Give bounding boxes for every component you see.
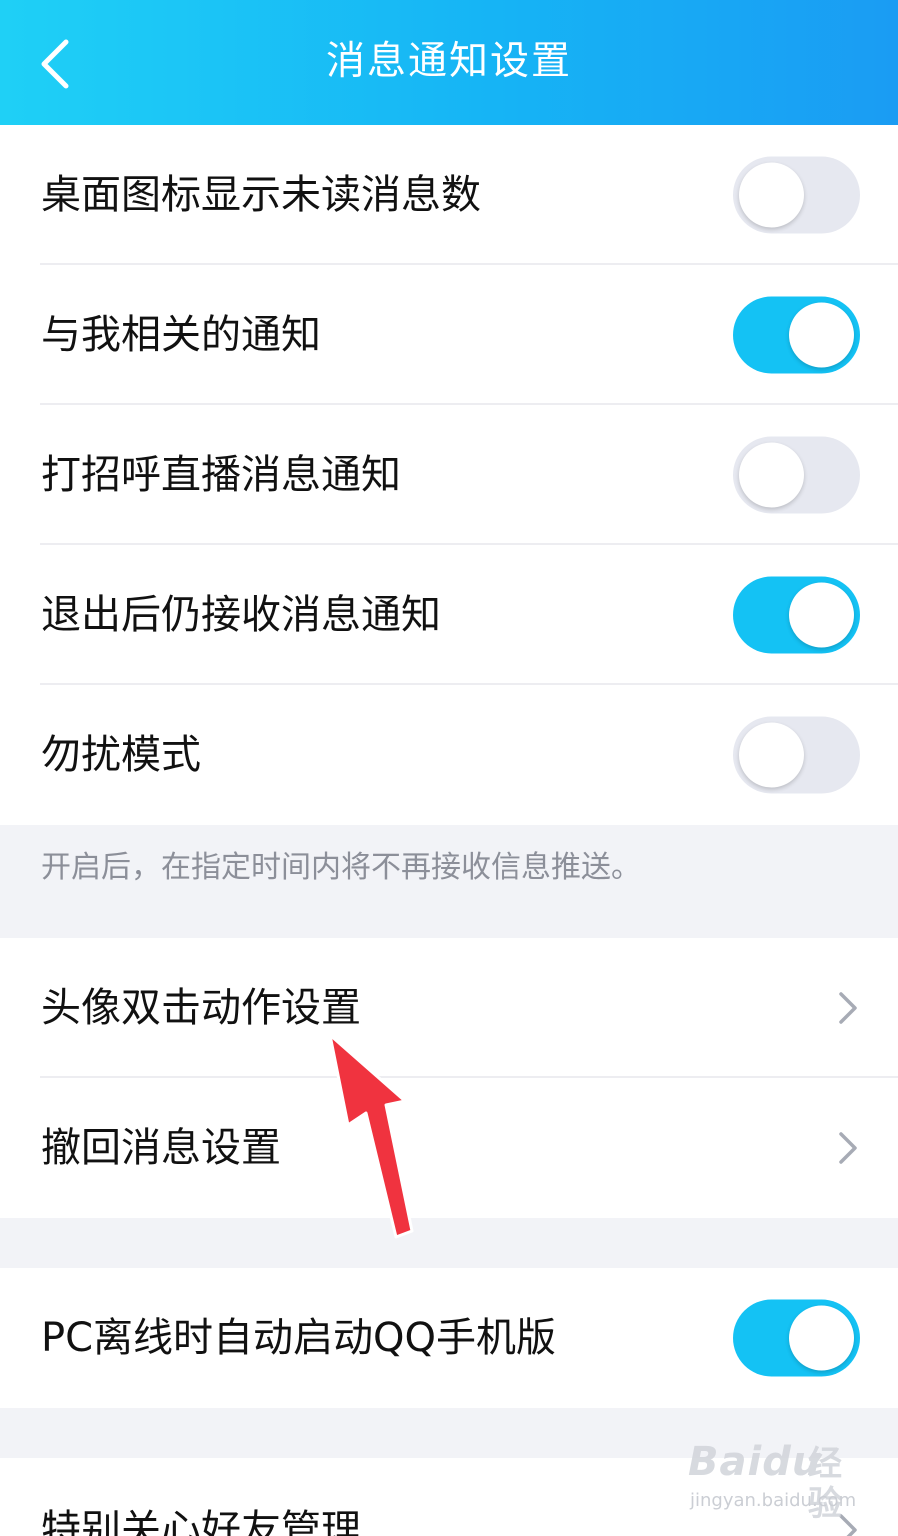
toggle-knob: [789, 1305, 854, 1371]
greeting-live-toggle[interactable]: [733, 436, 860, 514]
pc-offline-group: PC离线时自动启动QQ手机版: [0, 1268, 898, 1408]
message-settings-group: 头像双击动作设置 撤回消息设置: [0, 938, 898, 1218]
toggle-knob: [739, 722, 804, 788]
watermark-url: jingyan.baidu.com: [690, 1490, 857, 1511]
setting-row-related-notify[interactable]: 与我相关的通知: [0, 265, 898, 405]
setting-row-greeting-live[interactable]: 打招呼直播消息通知: [0, 405, 898, 545]
desktop-badge-toggle[interactable]: [733, 156, 860, 234]
chevron-right-icon: [836, 1128, 860, 1168]
chevron-right-icon: [836, 988, 860, 1028]
red-arrow-annotation: [328, 1033, 414, 1239]
setting-row-pc-offline-launch[interactable]: PC离线时自动启动QQ手机版: [0, 1268, 898, 1408]
setting-label: 退出后仍接收消息通知: [41, 592, 441, 638]
toggle-knob: [789, 302, 854, 368]
receive-after-exit-toggle[interactable]: [733, 576, 860, 654]
baidu-jingyan-watermark: Baidu 经验 jingyan.baidu.com: [688, 1438, 868, 1528]
watermark-logo: Baidu: [688, 1439, 822, 1485]
do-not-disturb-note: 开启后，在指定时间内将不再接收信息推送。: [41, 850, 641, 885]
setting-label: 勿扰模式: [41, 732, 201, 778]
setting-row-do-not-disturb[interactable]: 勿扰模式: [0, 685, 898, 825]
setting-row-recall-message[interactable]: 撤回消息设置: [0, 1078, 898, 1218]
setting-label: 桌面图标显示未读消息数: [41, 172, 481, 218]
toggle-knob: [789, 582, 854, 648]
pc-offline-launch-toggle[interactable]: [733, 1299, 860, 1377]
title-bar: 消息通知设置: [0, 0, 898, 125]
notification-toggles-group: 桌面图标显示未读消息数 与我相关的通知 打招呼直播消息通知 退出后仍接收消息通知…: [0, 125, 898, 825]
toggle-knob: [739, 162, 804, 228]
setting-label: PC离线时自动启动QQ手机版: [41, 1315, 557, 1361]
page-title: 消息通知设置: [325, 39, 572, 84]
toggle-knob: [739, 442, 804, 508]
watermark-cn: 经验: [808, 1444, 842, 1524]
related-notify-toggle[interactable]: [733, 296, 860, 374]
setting-row-avatar-double-tap[interactable]: 头像双击动作设置: [0, 938, 898, 1078]
setting-label: 特别关心好友管理: [41, 1507, 361, 1536]
setting-row-receive-after-exit[interactable]: 退出后仍接收消息通知: [0, 545, 898, 685]
setting-label: 打招呼直播消息通知: [41, 452, 401, 498]
do-not-disturb-toggle[interactable]: [733, 716, 860, 794]
setting-label: 与我相关的通知: [41, 312, 321, 358]
setting-label: 撤回消息设置: [41, 1125, 281, 1171]
setting-row-desktop-badge[interactable]: 桌面图标显示未读消息数: [0, 125, 898, 265]
